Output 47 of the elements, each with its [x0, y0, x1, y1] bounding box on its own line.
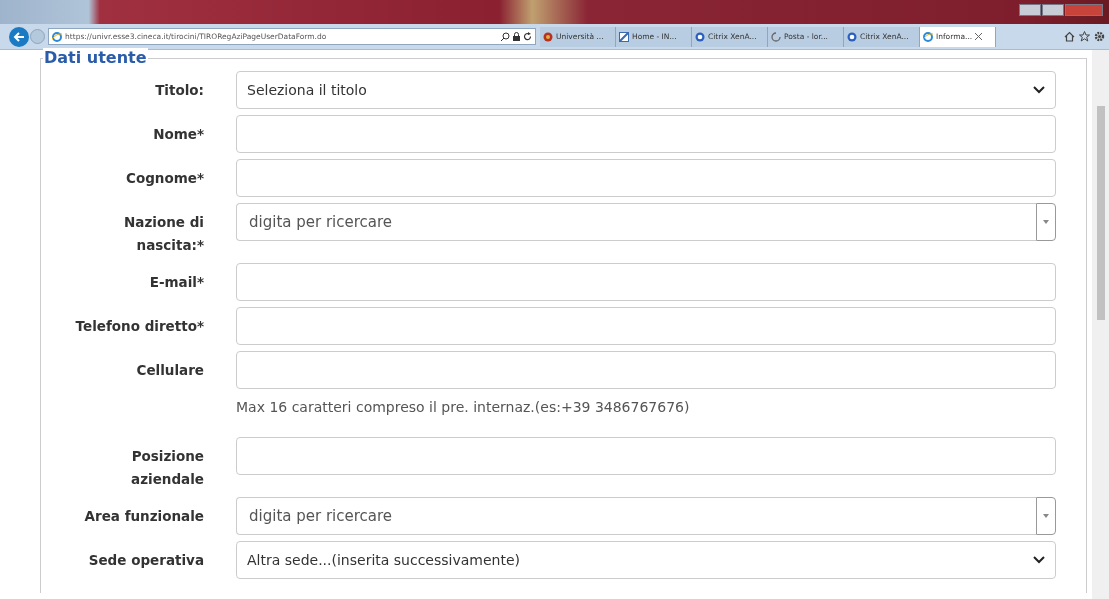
field-label: Cognome*: [125, 169, 204, 188]
caret-down-icon: [1043, 514, 1049, 518]
chevron-down-icon: [1033, 86, 1045, 94]
browser-icon: [923, 31, 933, 42]
dropdown-button[interactable]: [1036, 203, 1056, 241]
settings-icon: [1094, 31, 1105, 42]
circle-icon: [847, 31, 857, 42]
select-field[interactable]: Altra sede...(inserita successivamente): [236, 541, 1056, 579]
close-button[interactable]: [1065, 4, 1103, 16]
field-label: Titolo:: [154, 81, 204, 100]
back-button[interactable]: [9, 26, 29, 47]
circle-icon: [695, 31, 705, 42]
input-field[interactable]: [236, 263, 1056, 301]
page-icon: [619, 31, 629, 42]
refresh-icon: [523, 32, 532, 41]
field-label: Posizione aziendale: [130, 447, 204, 489]
dropdown-button[interactable]: [1036, 497, 1056, 535]
input-field[interactable]: [236, 115, 1056, 153]
combo-field[interactable]: digita per ricercare: [236, 203, 1036, 241]
search-icon: [501, 32, 510, 41]
browser-icon: [52, 31, 62, 42]
field-label: Area funzionale: [83, 507, 204, 526]
select-field[interactable]: Seleziona il titolo: [236, 71, 1056, 109]
input-field[interactable]: [236, 437, 1056, 475]
combo-field[interactable]: digita per ricercare: [236, 497, 1036, 535]
star-icon: [1079, 31, 1090, 42]
loading-icon: [771, 31, 781, 42]
help-text: Max 16 caratteri compreso il pre. internaz.(es:+39 3486767676): [236, 398, 691, 417]
field-label: Telefono diretto*: [74, 317, 204, 336]
chevron-down-icon: [1033, 556, 1045, 564]
field-label: Cellulare: [135, 361, 204, 380]
restore-button[interactable]: [1042, 4, 1064, 16]
input-field[interactable]: [236, 307, 1056, 345]
minimize-button[interactable]: [1019, 4, 1041, 16]
field-label: Nome*: [152, 125, 204, 144]
field-label: Nazione di nascita:*: [123, 213, 204, 255]
input-field[interactable]: [236, 351, 1056, 389]
forward-button[interactable]: [30, 29, 45, 44]
caret-down-icon: [1043, 220, 1049, 224]
crest-icon: [543, 31, 553, 42]
input-field[interactable]: [236, 159, 1056, 197]
home-icon: [1064, 31, 1075, 42]
lock-icon: [513, 32, 520, 41]
field-label: E-mail*: [148, 273, 204, 292]
close-icon: [975, 33, 983, 40]
back-arrow-icon: [13, 31, 25, 42]
field-label: Sede operativa: [87, 551, 204, 570]
